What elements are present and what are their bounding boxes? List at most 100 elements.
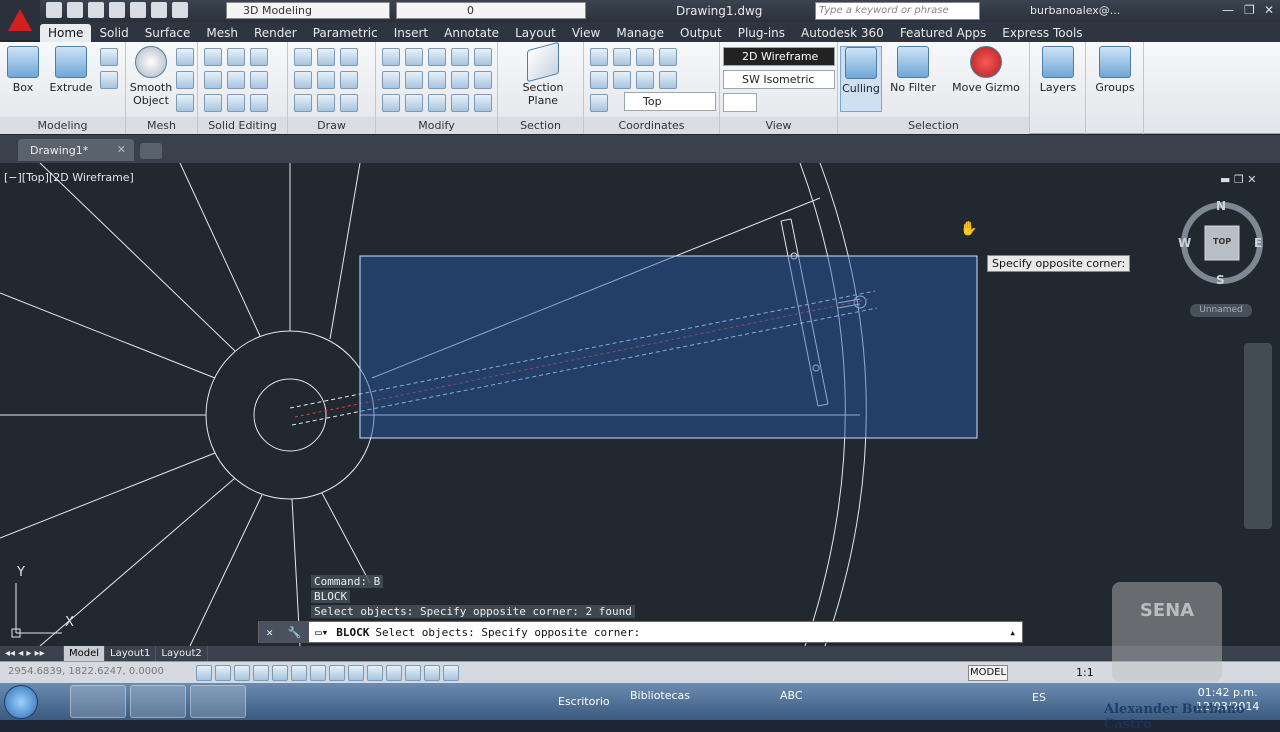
document-tab[interactable]: Drawing1* ✕ [18,139,134,161]
layout-nav-arrows[interactable]: ◂◂ ◂ ▸ ▸▸ [0,646,64,661]
lineweight-icon[interactable] [386,665,402,681]
tab-express-tools[interactable]: Express Tools [994,24,1090,42]
line-3d-icon[interactable] [317,71,335,89]
3d-osnap-icon[interactable] [310,665,326,681]
extract-edges-icon[interactable] [227,48,245,66]
spline-icon[interactable] [294,48,312,66]
ucs-origin-icon[interactable] [659,48,677,66]
copy-icon[interactable] [451,71,469,89]
navigation-bar[interactable] [1244,343,1272,529]
coordinate-readout[interactable]: 2954.6839, 1822.6247, 0.0000 [8,666,164,677]
new-icon[interactable] [46,2,62,18]
infer-constraints-icon[interactable] [196,665,212,681]
annotation-scale[interactable]: 1:1 [1076,666,1094,679]
plot-icon[interactable] [130,2,146,18]
drawing-canvas[interactable] [0,163,1280,646]
ellipse-icon[interactable] [340,94,358,112]
taskbar-app[interactable] [190,685,246,718]
taskbar-autocad[interactable] [70,685,126,718]
circle-icon[interactable] [340,71,358,89]
ducs-icon[interactable] [348,665,364,681]
layer-select[interactable]: 0 [396,2,586,19]
tab-output[interactable]: Output [672,24,730,42]
viewcube-top-face[interactable]: TOP [1213,237,1231,246]
mirror-3d-icon[interactable] [451,48,469,66]
redo-icon[interactable] [172,2,188,18]
workspace-select[interactable]: 3D Modeling [226,2,390,19]
extrude-button[interactable]: Extrude [48,46,94,94]
undo-arc-icon[interactable] [428,71,446,89]
viewport-controls-label[interactable]: [−][Top][2D Wireframe] [4,171,134,184]
trim-icon[interactable] [382,48,400,66]
separate-icon[interactable] [227,71,245,89]
draw-panel-label[interactable]: Draw [288,117,375,134]
mesh-panel-label[interactable]: Mesh [126,117,197,134]
snap-icon[interactable] [215,665,231,681]
explode-icon[interactable] [405,94,423,112]
line-icon[interactable] [294,71,312,89]
arc-icon[interactable] [340,48,358,66]
rectangle-icon[interactable] [317,94,335,112]
taskbar-abc[interactable]: ABC [780,689,803,702]
restore-button[interactable]: ❐ [1244,3,1255,17]
extrude-faces-icon[interactable] [250,48,268,66]
array-icon[interactable] [382,71,400,89]
tab-manage[interactable]: Manage [608,24,672,42]
coordinates-panel-label[interactable]: Coordinates [584,117,719,134]
tab-layout[interactable]: Layout [507,24,564,42]
ucs-menu[interactable]: Unnamed [1190,304,1252,317]
layers-button[interactable]: Layers [1036,46,1080,94]
quick-properties-icon[interactable] [424,665,440,681]
taskbar-libraries[interactable]: Bibliotecas [630,689,690,702]
undo-icon[interactable] [151,2,167,18]
taper-faces-icon[interactable] [250,71,268,89]
language-indicator[interactable]: ES [1032,691,1046,704]
ucs-named-icon[interactable] [590,94,608,112]
compass-south[interactable]: S [1216,273,1225,287]
ucs-3point-icon[interactable] [590,71,608,89]
close-button[interactable]: ✕ [1264,3,1274,17]
solid-editing-panel-label[interactable]: Solid Editing [198,117,287,134]
presspull-icon[interactable] [100,48,118,66]
match-properties-icon[interactable] [382,94,400,112]
smooth-object-button[interactable]: Smooth Object [128,46,174,107]
modify-panel-label[interactable]: Modify [376,117,497,134]
union-icon[interactable] [204,48,222,66]
grid-icon[interactable] [234,665,250,681]
osnap-icon[interactable] [291,665,307,681]
user-account[interactable]: burbanoalex@... [1030,4,1120,17]
save-icon[interactable] [88,2,104,18]
ucs-z-icon[interactable] [659,71,677,89]
stretch-icon[interactable] [428,94,446,112]
tab-model[interactable]: Model [64,646,106,661]
viewport-config-select[interactable] [723,93,757,112]
shell-icon[interactable] [227,94,245,112]
named-view-select[interactable]: Top [624,92,716,111]
section-plane-button[interactable]: Section Plane [518,41,568,107]
ucs-y-icon[interactable] [636,71,654,89]
dyn-icon[interactable] [367,665,383,681]
rotate-icon[interactable] [405,71,423,89]
section-panel-label[interactable]: Section [498,117,583,134]
mesh-smooth-less-icon[interactable] [176,71,194,89]
tab-autodesk-360[interactable]: Autodesk 360 [793,24,892,42]
tab-layout1[interactable]: Layout1 [105,646,157,661]
modeling-panel-label[interactable]: Modeling [0,117,125,134]
tab-surface[interactable]: Surface [137,24,199,42]
fillet-icon[interactable] [474,71,492,89]
polygon-icon[interactable] [294,94,312,112]
box-button[interactable]: Box [4,46,42,94]
visual-style-select[interactable]: 2D Wireframe [723,47,835,66]
tab-featured-apps[interactable]: Featured Apps [892,24,994,42]
open-icon[interactable] [67,2,83,18]
culling-button[interactable]: Culling [840,46,882,112]
selection-cycling-icon[interactable] [443,665,459,681]
groups-button[interactable]: Groups [1092,46,1138,94]
application-menu-button[interactable] [0,0,40,40]
mesh-smooth-more-icon[interactable] [176,48,194,66]
subtract-icon[interactable] [204,71,222,89]
customize-icon[interactable]: 🔧 [288,626,302,639]
scale-icon[interactable] [451,94,469,112]
tab-solid[interactable]: Solid [91,24,136,42]
tab-parametric[interactable]: Parametric [305,24,386,42]
